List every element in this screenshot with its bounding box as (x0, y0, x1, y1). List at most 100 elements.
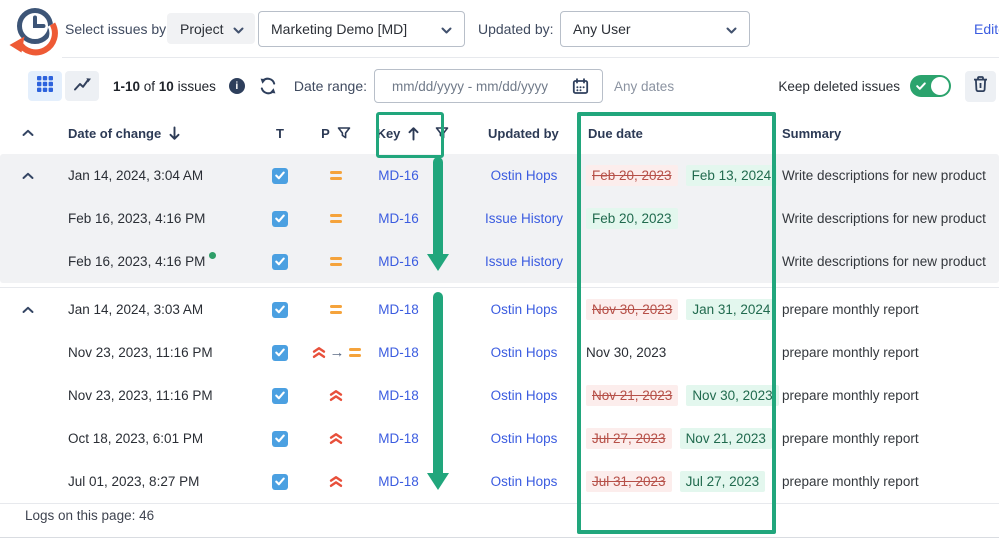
view-switcher (28, 71, 99, 101)
keep-deleted-toggle[interactable] (910, 75, 951, 97)
updated-by-link[interactable]: Ostin Hops (491, 431, 558, 446)
updated-by-link[interactable]: Ostin Hops (491, 474, 558, 489)
column-key[interactable]: Key (377, 126, 401, 141)
column-priority[interactable]: P (321, 126, 330, 141)
updated-by-link[interactable]: Issue History (485, 254, 563, 269)
trash-icon (972, 75, 989, 98)
due-date-added: Feb 13, 2024 (686, 165, 778, 186)
due-date-added: Jan 31, 2024 (686, 299, 776, 320)
toolbar-right: Keep deleted issues (778, 69, 996, 103)
task-type-icon (272, 345, 288, 361)
updated-by-link[interactable]: Ostin Hops (491, 388, 558, 403)
updated-by-select-value: Any User (573, 21, 631, 37)
change-date: Feb 16, 2023, 4:16 PM (68, 254, 205, 269)
issue-key-link[interactable]: MD-18 (378, 474, 419, 489)
column-summary[interactable]: Summary (782, 126, 841, 141)
due-date-removed: Jul 27, 2023 (586, 428, 672, 449)
due-date-cell: Nov 30, 2023 (578, 345, 768, 360)
summary-text: prepare monthly report (768, 388, 999, 403)
priority-medium-icon (330, 214, 342, 223)
due-date-removed: Feb 20, 2023 (586, 165, 678, 186)
issue-group-md18: Jan 14, 2024, 3:03 AM MD-18 Ostin Hops N… (0, 287, 999, 504)
new-entry-dot (209, 252, 216, 259)
line-chart-icon (73, 76, 92, 97)
task-type-icon (272, 474, 288, 490)
priority-cell: → (310, 345, 362, 360)
priority-cell (310, 432, 362, 445)
key-filter-icon[interactable] (435, 126, 449, 140)
any-dates-hint: Any dates (614, 79, 674, 94)
sort-ascending-icon[interactable] (407, 126, 420, 141)
table-view-button[interactable] (28, 71, 62, 101)
summary-text: prepare monthly report (768, 431, 999, 446)
updated-by-link[interactable]: Ostin Hops (491, 345, 558, 360)
table-toolbar: 1-10 of 10 issues i Date range: (28, 69, 674, 103)
priority-medium-icon (330, 305, 342, 314)
delete-logs-button[interactable] (965, 71, 996, 102)
column-updated-by[interactable]: Updated by (488, 126, 559, 141)
summary-text: Write descriptions for new product (768, 254, 999, 269)
sort-descending-icon[interactable] (168, 126, 181, 141)
issue-key-link[interactable]: MD-16 (378, 211, 419, 226)
table-row: Oct 18, 2023, 6:01 PM MD-18 Ostin Hops J… (0, 417, 999, 460)
change-date: Feb 16, 2023, 4:16 PM (68, 211, 205, 226)
grid-view-icon (37, 76, 53, 97)
priority-filter-icon[interactable] (337, 126, 351, 140)
updated-by-select[interactable]: Any User (560, 11, 750, 47)
issue-key-link[interactable]: MD-18 (378, 431, 419, 446)
priority-medium-icon (330, 257, 342, 266)
issue-key-link[interactable]: MD-18 (378, 302, 419, 317)
row-expand-toggle[interactable] (0, 172, 56, 180)
due-date-removed: Nov 30, 2023 (586, 299, 678, 320)
table-header: Date of change T P Key Updated by Due da… (0, 112, 999, 154)
updated-by-link[interactable]: Ostin Hops (491, 168, 558, 183)
collapse-all-icon[interactable] (22, 129, 34, 137)
due-date-cell: Feb 20, 2023 (578, 208, 768, 229)
date-range-field (374, 69, 603, 103)
issue-history-app: Select issues by: Project Marketing Demo… (0, 0, 999, 540)
date-range-input[interactable] (375, 79, 570, 94)
due-date-added: Jul 27, 2023 (680, 471, 766, 492)
issue-count: 1-10 of 10 issues (113, 79, 216, 94)
column-date-of-change[interactable]: Date of change (68, 126, 161, 141)
check-icon (915, 79, 927, 97)
due-date-cell: Nov 21, 2023 Nov 30, 2023 (578, 385, 768, 406)
task-type-icon (272, 388, 288, 404)
due-date-added: Nov 21, 2023 (680, 428, 772, 449)
table-row: Jan 14, 2024, 3:03 AM MD-18 Ostin Hops N… (0, 288, 999, 331)
priority-cell (310, 389, 362, 402)
priority-cell (310, 214, 362, 223)
priority-cell (310, 171, 362, 180)
change-date: Jan 14, 2024, 3:03 AM (68, 302, 203, 317)
priority-high-icon (312, 346, 326, 359)
summary-text: Write descriptions for new product (768, 168, 999, 183)
task-type-icon (272, 211, 288, 227)
due-date-removed: Nov 21, 2023 (586, 385, 678, 406)
chart-view-button[interactable] (65, 71, 99, 101)
change-date: Oct 18, 2023, 6:01 PM (68, 431, 203, 446)
project-select[interactable]: Marketing Demo [MD] (258, 11, 465, 47)
edited-link[interactable]: Edited (974, 21, 999, 37)
refresh-icon[interactable] (258, 76, 278, 96)
row-expand-toggle[interactable] (0, 306, 56, 314)
transition-arrow-icon: → (330, 345, 345, 360)
chevron-down-icon (233, 21, 244, 37)
info-icon[interactable]: i (229, 78, 245, 94)
project-dropdown[interactable]: Project (167, 13, 255, 44)
updated-by-link[interactable]: Ostin Hops (491, 302, 558, 317)
calendar-icon[interactable] (572, 78, 589, 95)
issue-key-link[interactable]: MD-18 (378, 388, 419, 403)
updated-by-link[interactable]: Issue History (485, 211, 563, 226)
updated-by-label: Updated by: (478, 21, 554, 37)
issue-key-link[interactable]: MD-18 (378, 345, 419, 360)
issue-key-link[interactable]: MD-16 (378, 168, 419, 183)
column-due-date[interactable]: Due date (588, 126, 643, 141)
priority-high-icon (329, 432, 343, 445)
issue-key-link[interactable]: MD-16 (378, 254, 419, 269)
topbar-divider (62, 57, 999, 58)
app-logo-clock-history-icon (6, 3, 60, 62)
priority-cell (310, 305, 362, 314)
project-dropdown-label: Project (180, 21, 224, 37)
task-type-icon (272, 254, 288, 270)
column-type[interactable]: T (276, 126, 284, 141)
